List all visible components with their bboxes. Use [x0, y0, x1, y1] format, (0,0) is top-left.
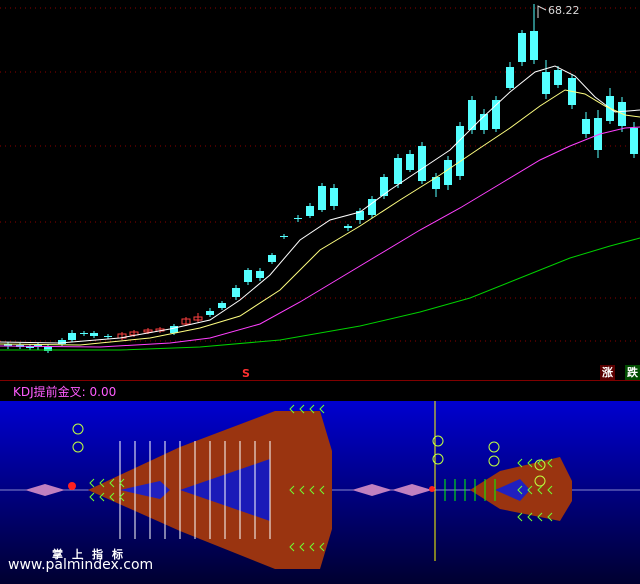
candle-body	[344, 226, 352, 228]
candle-body	[318, 186, 326, 210]
candle-body	[542, 72, 550, 94]
high-price-label: 68.22	[548, 4, 580, 17]
candle-body	[406, 154, 414, 170]
candle-body	[104, 336, 112, 337]
buy-signal-dot	[429, 486, 435, 492]
candle-body	[294, 218, 302, 219]
candle-body	[306, 206, 314, 216]
stock-chart-window: 68.22 S 涨 跌 KDJ提前金叉: 0.00 掌上指标 www.palmi…	[0, 0, 640, 584]
buy-signal-dot	[68, 482, 76, 490]
candle-body	[456, 126, 464, 176]
indicator-title[interactable]: KDJ提前金叉: 0.00	[13, 383, 116, 400]
candle-body	[394, 158, 402, 184]
candle-body	[80, 333, 88, 334]
candle-body	[506, 67, 514, 88]
candlestick-chart[interactable]	[0, 0, 640, 380]
ma-long-line	[0, 126, 640, 348]
fall-badge[interactable]: 跌	[625, 365, 640, 380]
candle-body	[444, 160, 452, 185]
candle-body	[582, 119, 590, 134]
candle-body	[418, 146, 426, 181]
rise-badge[interactable]: 涨	[600, 365, 615, 380]
candle-body	[206, 311, 214, 315]
candle-body	[256, 271, 264, 278]
ma-mid-line	[0, 89, 640, 346]
candle-body	[90, 333, 98, 336]
high-marker	[537, 5, 547, 18]
candle-body	[218, 303, 226, 308]
candle-body	[232, 288, 240, 297]
candle-body	[518, 33, 526, 62]
candle-body	[630, 128, 638, 154]
candle-body	[554, 70, 562, 85]
candle-body	[492, 100, 500, 129]
candle-body	[244, 270, 252, 282]
candle-body	[68, 333, 76, 340]
candle-body	[380, 177, 388, 196]
candle-body	[280, 236, 288, 237]
signal-marker: S	[242, 367, 250, 380]
watermark-url: www.palmindex.com	[8, 557, 154, 573]
candle-body	[330, 188, 338, 206]
candle-body	[530, 31, 538, 60]
candle-body	[268, 255, 276, 262]
